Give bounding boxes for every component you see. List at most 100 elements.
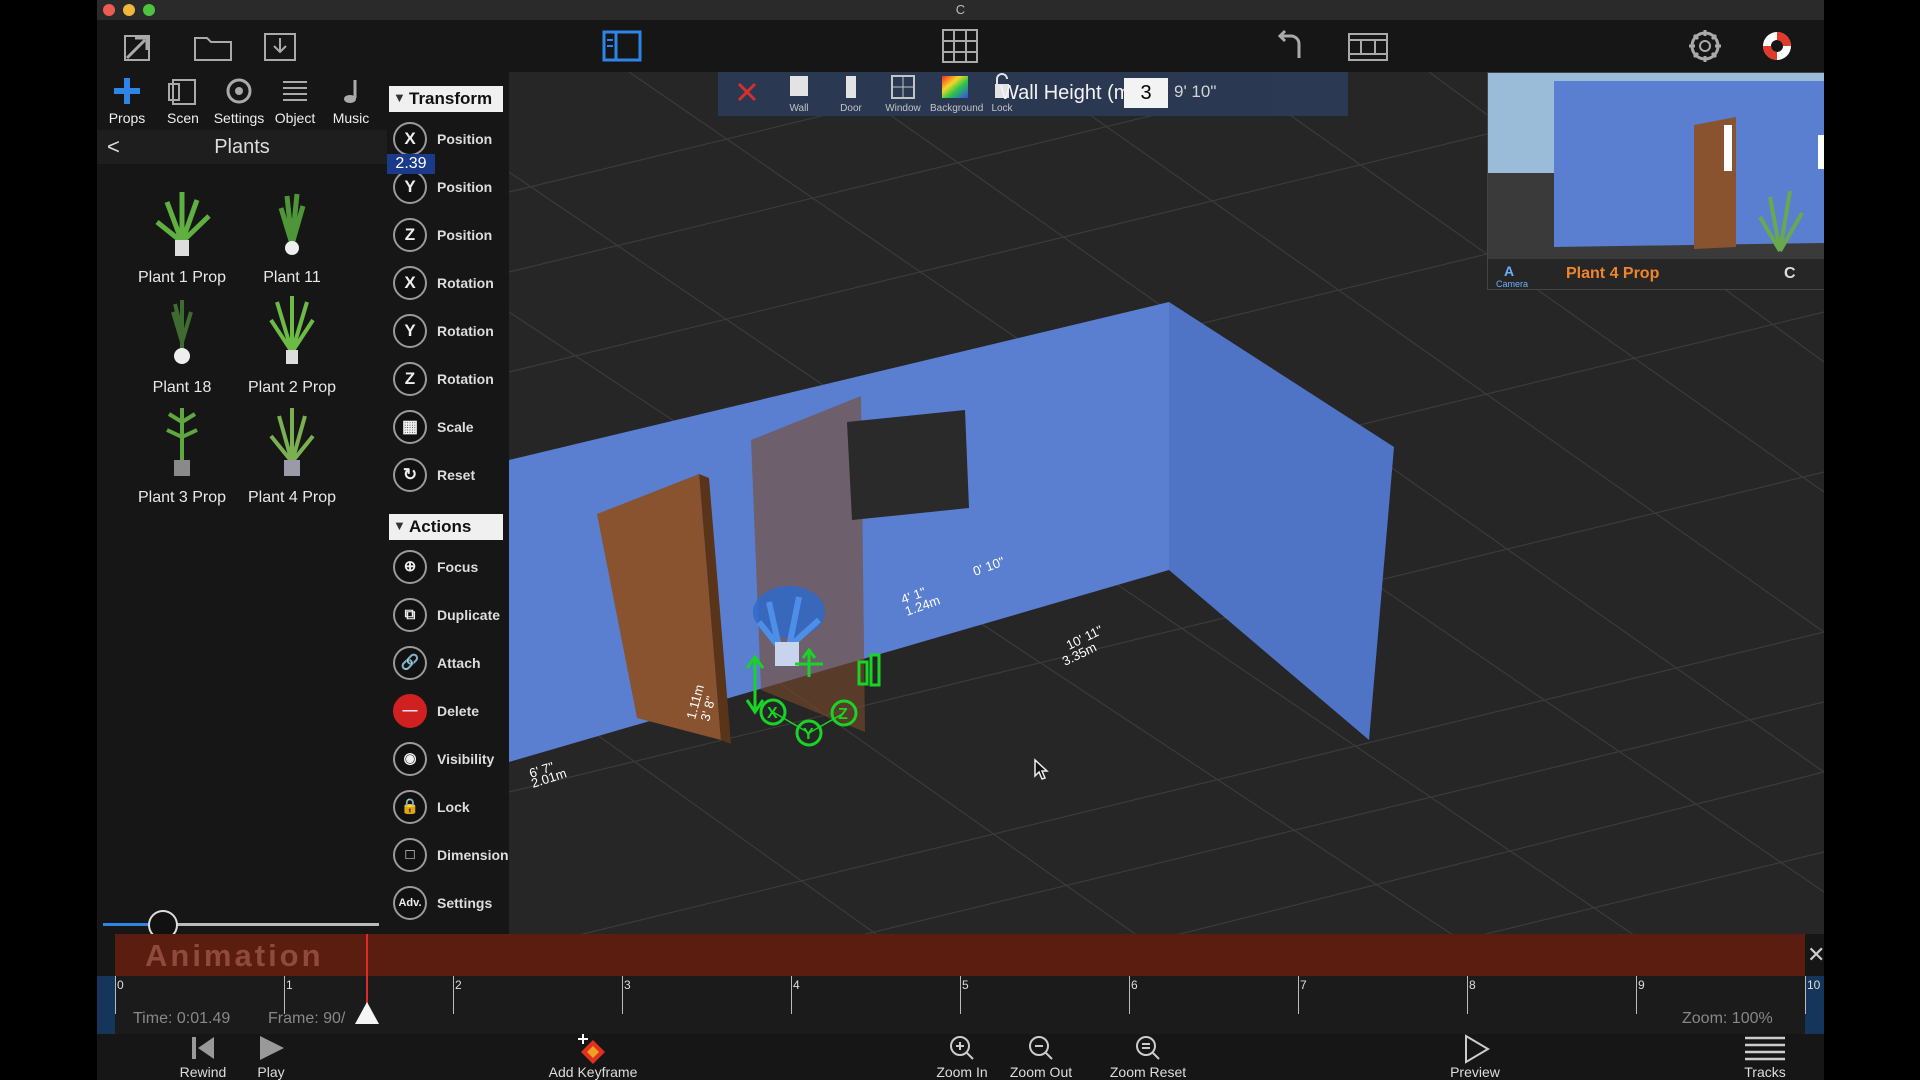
wall-height-input[interactable]: 3 <box>1124 78 1168 108</box>
window-tool-button[interactable]: Window <box>878 72 928 116</box>
animation-controls: Rewind Play Add Keyframe Zoom In Zoom Ou… <box>97 1034 1824 1080</box>
slider-track <box>159 923 379 926</box>
save-icon[interactable] <box>257 28 301 64</box>
grid-icon[interactable] <box>941 28 979 64</box>
library-panel: Props Scen Settings Object Music < Plant… <box>97 72 387 940</box>
timeline-tick-label: 5 <box>962 978 969 992</box>
zoom-reset-button[interactable]: Zoom Reset <box>1103 1034 1193 1080</box>
timeline-tick <box>1298 976 1299 1014</box>
timeline-tick-label: 1 <box>286 978 293 992</box>
timeline-ruler[interactable]: 0 1 2 3 4 5 6 7 8 9 10 Time: 0:01.49 Frame: 90/ Zo… <box>97 934 1824 1034</box>
transform-reset-button[interactable]: ↻ Reset <box>393 456 505 496</box>
transform-label: Rotation <box>437 323 494 339</box>
close-tool-button[interactable] <box>722 72 772 116</box>
rewind-button[interactable]: Rewind <box>171 1034 235 1080</box>
duplicate-button[interactable]: ⧉ Duplicate <box>393 596 505 636</box>
timeline-start-edge <box>97 976 115 1034</box>
zoom-readout: Zoom: 100% <box>1682 1010 1773 1027</box>
advanced-settings-button[interactable]: Adv. Settings <box>393 884 505 924</box>
add-keyframe-button[interactable]: Add Keyframe <box>541 1034 645 1080</box>
timeline-tick-label: 10 <box>1807 978 1821 992</box>
timeline-tick <box>960 976 961 1014</box>
timeline-tick <box>115 976 116 1014</box>
reset-icon: ↻ <box>393 458 427 492</box>
help-lifebuoy-icon[interactable] <box>1759 28 1795 64</box>
library-item[interactable]: Plant 1 Prop <box>127 182 237 292</box>
action-label: Delete <box>437 703 480 719</box>
action-label: Settings <box>437 895 493 911</box>
duplicate-icon: ⧉ <box>393 598 427 632</box>
control-label: Zoom In <box>936 1064 988 1080</box>
preview-button[interactable]: Preview <box>1443 1034 1507 1080</box>
library-item[interactable]: Plant 18 <box>127 292 237 402</box>
scale-icon: ▦ <box>393 410 427 444</box>
transform-y-position-button[interactable]: Y Position <box>393 168 505 208</box>
delete-button[interactable]: — Delete <box>393 692 505 732</box>
x-position-icon: X <box>393 122 427 156</box>
visibility-button[interactable]: ◉ Visibility <box>393 740 505 780</box>
preview-image <box>1488 73 1824 259</box>
film-strip-icon[interactable] <box>1347 28 1389 64</box>
build-toolbar: Wall Door Window Background Lock Wall He… <box>718 72 1348 116</box>
tab-music[interactable]: Music <box>323 72 379 130</box>
transform-z-position-button[interactable]: Z Position <box>393 216 505 256</box>
focus-button[interactable]: ⊕ Focus <box>393 548 505 588</box>
open-folder-icon[interactable] <box>191 28 235 64</box>
focus-icon: ⊕ <box>393 550 427 584</box>
plant-icon <box>269 296 315 364</box>
delete-icon: — <box>393 694 427 728</box>
preview-title: Plant 4 Prop <box>1566 265 1660 282</box>
library-item[interactable]: Plant 11 <box>237 182 347 292</box>
preview-camera-switch[interactable]: C <box>1784 265 1796 283</box>
library-item[interactable]: Plant 3 Prop <box>127 402 237 512</box>
playhead-handle[interactable] <box>355 1002 379 1024</box>
transform-scale-button[interactable]: ▦ Scale <box>393 408 505 448</box>
export-icon[interactable] <box>121 28 157 64</box>
tab-object[interactable]: Object <box>267 72 323 130</box>
section-title: Transform <box>409 89 493 108</box>
play-button[interactable]: Play <box>245 1034 297 1080</box>
close-animation-icon[interactable]: ✕ <box>1807 942 1824 968</box>
attach-icon: 🔗 <box>393 646 427 680</box>
tracks-button[interactable]: Tracks <box>1737 1034 1793 1080</box>
plant-icon <box>155 192 211 256</box>
transform-x-rotation-button[interactable]: X Rotation <box>393 264 505 304</box>
library-item[interactable]: Plant 2 Prop <box>237 292 347 402</box>
animation-title: Animation <box>145 938 324 973</box>
dimension-button[interactable]: □ Dimension <box>393 836 509 876</box>
action-label: Visibility <box>437 751 495 767</box>
top-toolbar <box>97 20 1824 72</box>
app-window: C Props Scen Settings Object Music < Pla… <box>97 0 1824 1080</box>
lock-button[interactable]: 🔒 Lock <box>393 788 505 828</box>
door-tool-button[interactable]: Door <box>826 72 876 116</box>
timeline-tick-label: 4 <box>793 978 800 992</box>
background-tool-button[interactable]: Background <box>930 72 983 116</box>
tool-label: Door <box>840 103 862 114</box>
camera-preview[interactable]: A Camera Plant 4 Prop C <box>1487 72 1824 290</box>
control-label: Tracks <box>1744 1064 1786 1080</box>
tab-props[interactable]: Props <box>99 72 155 130</box>
control-label: Zoom Reset <box>1109 1064 1187 1080</box>
camera-icon[interactable]: A Camera <box>1496 263 1528 289</box>
transform-z-rotation-button[interactable]: Z Rotation <box>393 360 505 400</box>
zoom-out-button[interactable]: Zoom Out <box>1003 1034 1079 1080</box>
wall-height-label: Wall Height (m): <box>1000 82 1143 104</box>
mouse-cursor-icon <box>1034 758 1049 780</box>
actions-header[interactable]: ▼ Actions <box>389 514 503 540</box>
dimension-icon: □ <box>393 838 427 872</box>
zoom-in-button[interactable]: Zoom In <box>929 1034 995 1080</box>
layout-panel-icon[interactable] <box>602 28 642 64</box>
animation-panel: Animation ✕ 0 1 2 3 4 5 6 7 8 9 10 Time: 0:01.49 F… <box>97 934 1824 1080</box>
tab-settings[interactable]: Settings <box>211 72 267 130</box>
action-label: Lock <box>437 799 470 815</box>
timeline-tick <box>284 976 285 1014</box>
tab-scenes[interactable]: Scen <box>155 72 211 130</box>
attach-button[interactable]: 🔗 Attach <box>393 644 505 684</box>
undo-icon[interactable] <box>1273 28 1309 64</box>
wall-tool-button[interactable]: Wall <box>774 72 824 116</box>
library-item[interactable]: Plant 4 Prop <box>237 402 347 512</box>
transform-y-rotation-button[interactable]: Y Rotation <box>393 312 505 352</box>
add-keyframe-icon <box>578 1034 605 1064</box>
settings-gear-icon[interactable] <box>1687 28 1723 64</box>
transform-header[interactable]: ▼ Transform <box>389 86 503 112</box>
